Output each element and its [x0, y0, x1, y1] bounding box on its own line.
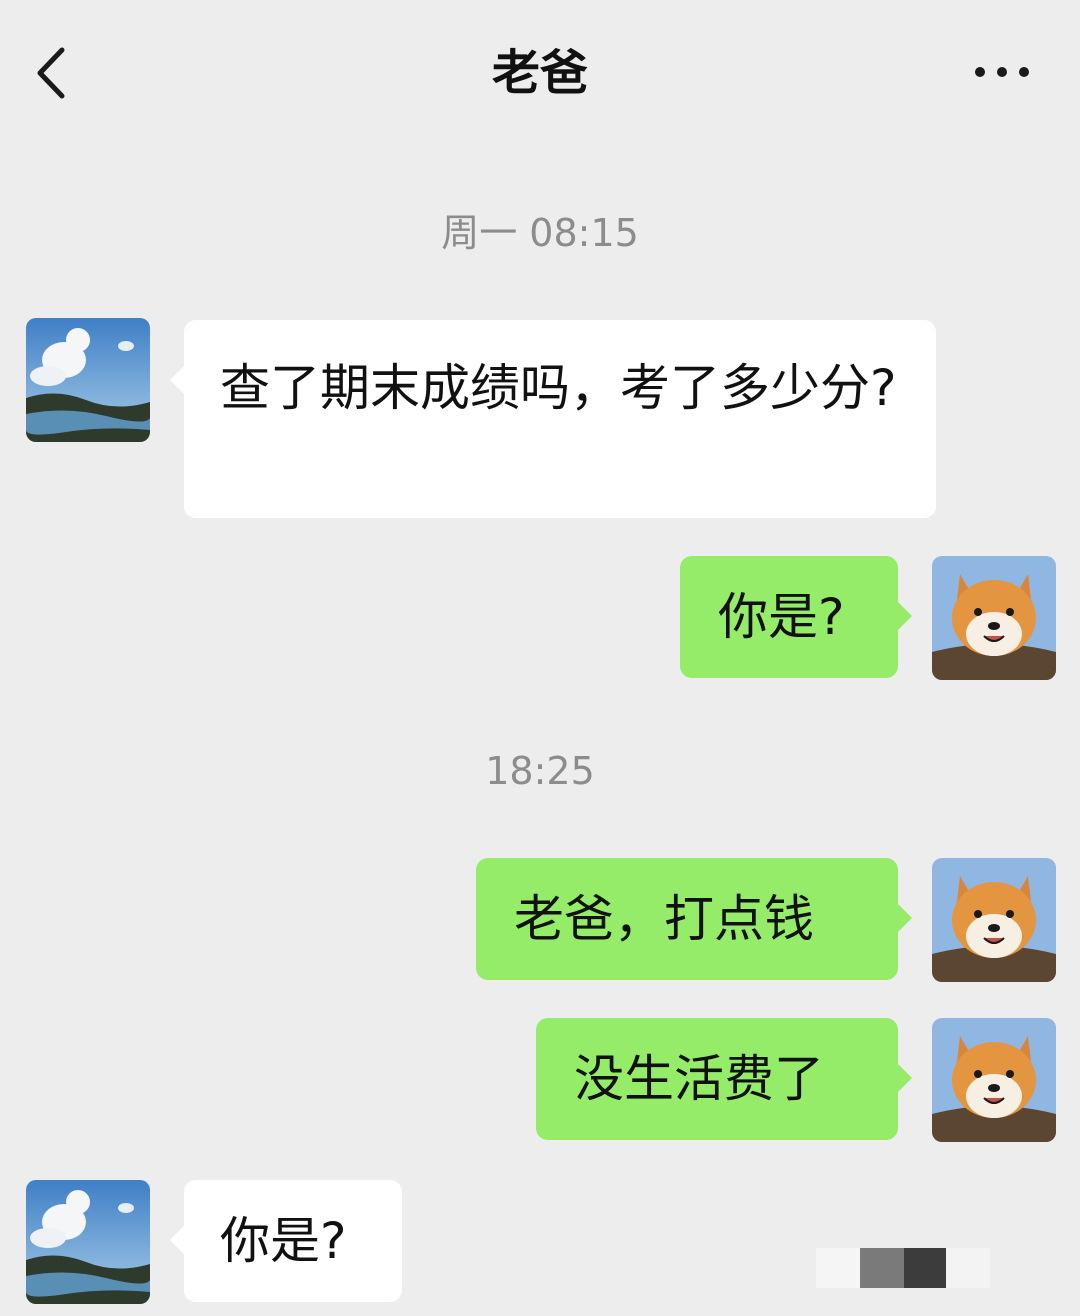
more-dots-icon [975, 67, 1029, 77]
message-bubble-me[interactable]: 你是? [680, 556, 912, 678]
shiba-dog-avatar [932, 858, 1056, 982]
my-avatar[interactable] [932, 556, 1056, 680]
message-text: 没生活费了 [574, 1050, 824, 1108]
message-text: 你是? [220, 1212, 347, 1270]
bubble-tail [170, 1226, 184, 1254]
bubble-tail [898, 1064, 912, 1092]
bubble-tail [898, 904, 912, 932]
message-bubble-contact[interactable]: 查了期末成绩吗，考了多少分? [170, 320, 936, 518]
message-bubble-contact[interactable]: 你是? [170, 1180, 402, 1302]
watermark-block [946, 1248, 990, 1288]
shiba-dog-avatar [932, 1018, 1056, 1142]
landscape-lake-avatar [26, 318, 150, 442]
message-bubble-me[interactable]: 没生活费了 [536, 1018, 912, 1140]
watermark-block [904, 1248, 946, 1288]
bubble-tail [898, 602, 912, 630]
shiba-dog-avatar [932, 556, 1056, 680]
timestamp: 18:25 [485, 749, 595, 793]
chat-screen: 老爸 周一 08:15 查了期末成绩吗，考了多少分? 你是? 18:25 老爸，… [0, 0, 1080, 1316]
top-bar: 老爸 [0, 0, 1080, 150]
more-button[interactable] [966, 52, 1046, 92]
landscape-lake-avatar [26, 1180, 150, 1304]
bubble-tail [170, 366, 184, 394]
chat-title: 老爸 [491, 45, 588, 101]
message-text: 老爸，打点钱 [514, 890, 814, 948]
message-text: 你是? [718, 588, 845, 646]
message-text: 查了期末成绩吗，考了多少分? [220, 359, 897, 417]
my-avatar[interactable] [932, 1018, 1056, 1142]
contact-avatar[interactable] [26, 318, 150, 442]
watermark-block [816, 1248, 860, 1288]
my-avatar[interactable] [932, 858, 1056, 982]
watermark-block [860, 1248, 904, 1288]
contact-avatar[interactable] [26, 1180, 150, 1304]
timestamp: 周一 08:15 [441, 211, 639, 255]
message-bubble-me[interactable]: 老爸，打点钱 [476, 858, 912, 980]
